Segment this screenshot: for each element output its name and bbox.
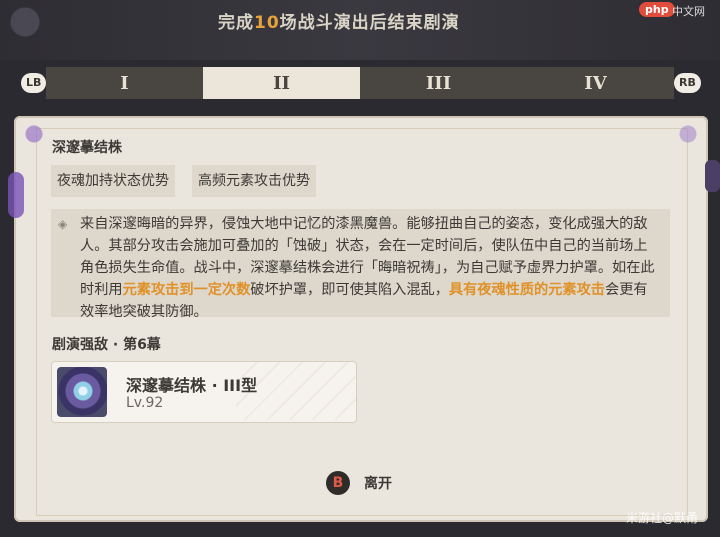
- enemy-level: Lv.92: [126, 395, 164, 411]
- boss-title: 深邃摹结株: [52, 140, 122, 156]
- advantage-tag: 夜魂加持状态优势: [51, 165, 175, 197]
- advantage-tag: 高频元素攻击优势: [192, 165, 316, 197]
- corner-ornament-icon: [14, 116, 54, 146]
- act-tab-bar: I II III IV: [46, 67, 674, 99]
- purple-crystal-icon: [8, 172, 24, 218]
- description-highlight: 具有夜魂性质的元素攻击: [448, 282, 605, 298]
- banner-prefix: 完成: [218, 13, 254, 33]
- description-text: 破坏护罩，即可使其陷入混乱，: [250, 282, 449, 298]
- boss-description: 来自深邃晦暗的异界，侵蚀大地中记忆的漆黑魔兽。能够扭曲自己的姿态，变化成强大的敌…: [80, 213, 660, 323]
- background-decoration: [0, 0, 60, 60]
- php-watermark-text: 中文网: [672, 5, 705, 18]
- enemy-card[interactable]: 深邃摹结株 · III型 Lv.92: [51, 361, 357, 423]
- battle-count-banner: 完成10场战斗演出后结束剧演: [218, 8, 460, 33]
- lb-shoulder-button[interactable]: LB: [21, 73, 47, 93]
- rb-shoulder-button[interactable]: RB: [674, 73, 701, 93]
- php-watermark-badge: php: [639, 2, 675, 17]
- corner-ornament-icon: [668, 116, 708, 146]
- section-title: 剧演强敌 · 第6幕: [52, 337, 161, 353]
- banner-count: 10: [254, 13, 280, 33]
- diamond-bullet-icon: ◈: [58, 217, 68, 231]
- watermark: 米游社@默甬: [626, 511, 699, 525]
- description-highlight: 元素攻击到一定次数: [122, 282, 251, 298]
- side-ornament-icon: [705, 160, 720, 192]
- banner-suffix: 场战斗演出后结束剧演: [279, 13, 460, 33]
- tab-act-1[interactable]: I: [46, 67, 203, 99]
- enemy-name: 深邃摹结株 · III型: [126, 376, 258, 395]
- tab-act-4[interactable]: IV: [517, 67, 674, 99]
- enemy-avatar: [57, 367, 107, 417]
- b-button-icon: B: [326, 471, 350, 495]
- leave-label: 离开: [364, 476, 392, 492]
- tab-act-2[interactable]: II: [203, 67, 360, 99]
- leave-button[interactable]: B 离开: [326, 471, 392, 495]
- tab-act-3[interactable]: III: [360, 67, 517, 99]
